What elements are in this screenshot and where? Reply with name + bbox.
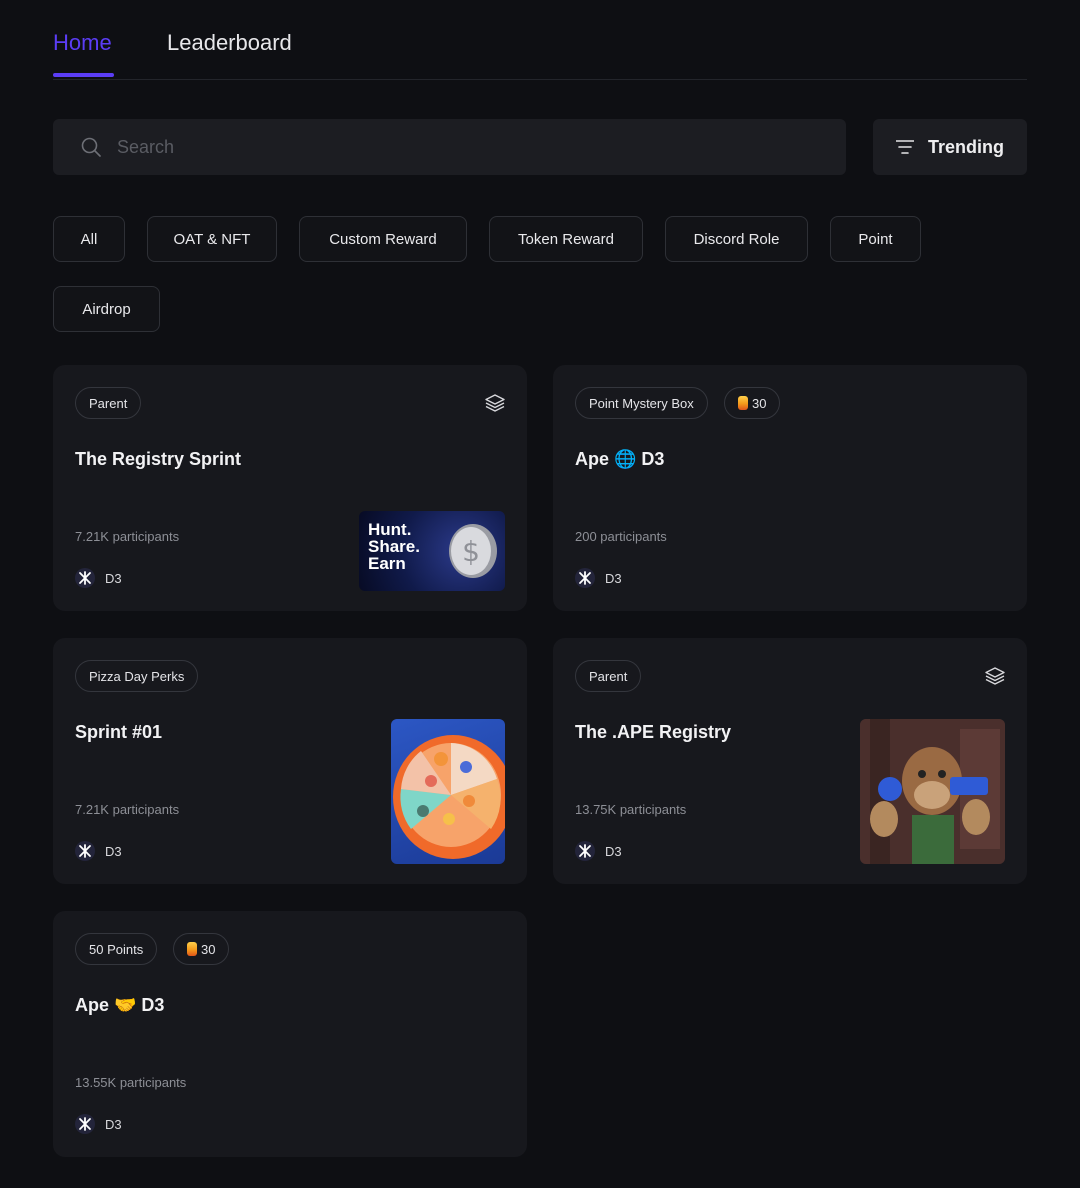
card-badge: Pizza Day Perks <box>75 660 199 692</box>
participant-count: 200 participants <box>575 529 667 544</box>
d3-logo-icon <box>75 841 95 861</box>
filter-airdrop[interactable]: Airdrop <box>53 286 160 332</box>
quest-card[interactable]: Parent The Registry Sprint 7.21K partici… <box>53 365 527 611</box>
quest-card[interactable]: Parent The .APE Registry 13.75K particip… <box>553 638 1027 884</box>
top-tabs: Home Leaderboard <box>53 0 1027 80</box>
participant-count: 13.75K participants <box>575 802 687 817</box>
filter-point[interactable]: Point <box>830 216 921 262</box>
gem-icon <box>738 396 748 410</box>
participant-count: 7.21K participants <box>75 529 180 544</box>
d3-logo-icon <box>575 568 595 588</box>
gem-icon <box>187 942 197 956</box>
quest-card[interactable]: Pizza Day Perks Sprint #01 7.21K partici… <box>53 638 527 884</box>
filter-all[interactable]: All <box>53 216 125 262</box>
pizza-icon <box>393 735 505 859</box>
filter-oat-nft[interactable]: OAT & NFT <box>147 216 277 262</box>
layers-icon <box>485 394 505 412</box>
quest-card[interactable]: Point Mystery Box 30 Ape 🌐 D3 200 partic… <box>553 365 1027 611</box>
points-badge: 30 <box>724 387 781 419</box>
card-badge: 50 Points <box>75 933 158 965</box>
hunt-share-earn-thumbnail: Hunt. Share. Earn $ <box>359 511 505 591</box>
filter-icon <box>896 140 914 154</box>
card-badge: Parent <box>575 660 642 692</box>
search-icon <box>81 137 101 157</box>
card-badge: Parent <box>75 387 142 419</box>
card-brand: D3 <box>575 841 622 861</box>
card-badge: Point Mystery Box <box>575 387 708 419</box>
card-title: The .APE Registry <box>575 722 732 742</box>
card-title: Sprint #01 <box>75 722 163 742</box>
card-title: Ape 🌐 D3 <box>575 449 665 469</box>
sort-trending-button[interactable]: Trending <box>873 119 1027 175</box>
card-title: The Registry Sprint <box>75 449 242 469</box>
tab-home-underline <box>53 73 114 77</box>
pizza-thumbnail <box>391 719 505 864</box>
ape-illustration-icon <box>860 719 1005 864</box>
d3-logo-icon <box>75 1114 95 1134</box>
search-input[interactable] <box>115 135 759 159</box>
participant-count: 13.55K participants <box>75 1075 187 1090</box>
points-badge: 30 <box>173 933 230 965</box>
sort-label: Trending <box>928 136 1004 157</box>
d3-logo-icon <box>75 568 95 588</box>
filter-discord-role[interactable]: Discord Role <box>665 216 808 262</box>
ape-thumbnail <box>860 719 1005 864</box>
card-title: Ape 🤝 D3 <box>75 995 165 1015</box>
card-brand: D3 <box>75 1114 122 1134</box>
card-brand: D3 <box>575 568 622 588</box>
svg-text:$: $ <box>462 535 480 568</box>
coin-icon: $ <box>449 524 497 578</box>
quest-card[interactable]: 50 Points 30 Ape 🤝 D3 13.55K participant… <box>53 911 527 1157</box>
filter-token-reward[interactable]: Token Reward <box>489 216 643 262</box>
filter-custom-reward[interactable]: Custom Reward <box>299 216 467 262</box>
d3-logo-icon <box>575 841 595 861</box>
card-brand: D3 <box>75 568 122 588</box>
tab-home[interactable]: Home <box>53 30 112 56</box>
search-bar[interactable] <box>53 119 846 175</box>
tab-leaderboard[interactable]: Leaderboard <box>167 30 292 56</box>
layers-icon <box>985 667 1005 685</box>
card-brand: D3 <box>75 841 122 861</box>
participant-count: 7.21K participants <box>75 802 180 817</box>
